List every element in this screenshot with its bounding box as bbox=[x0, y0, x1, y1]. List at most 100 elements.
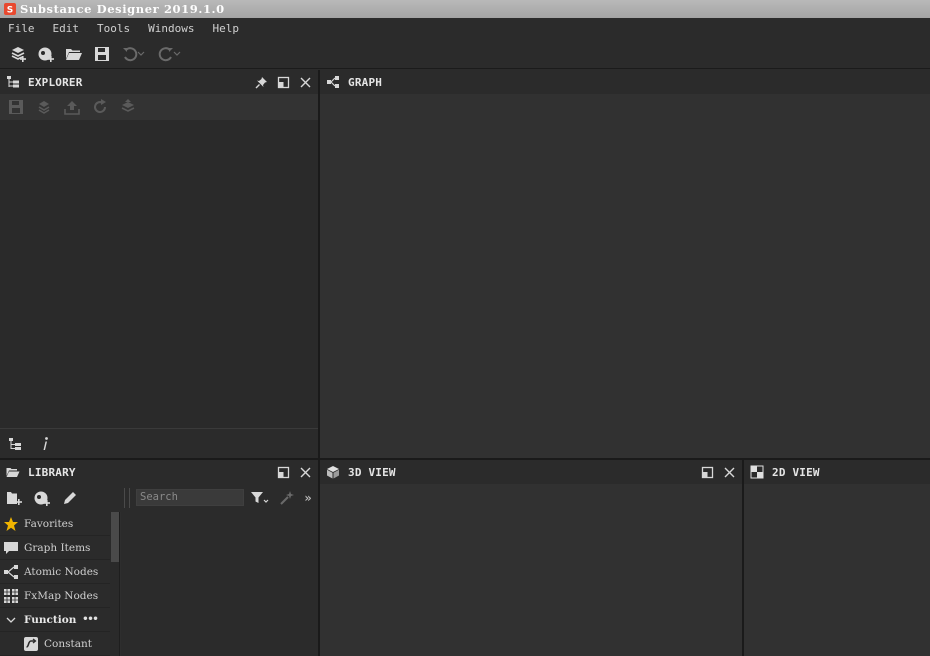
menu-tools[interactable]: Tools bbox=[88, 18, 139, 40]
3d-view-header: 3D VIEW bbox=[320, 460, 742, 484]
pin-icon bbox=[255, 76, 267, 88]
main-toolbar bbox=[0, 40, 930, 69]
more-options-icon[interactable]: » bbox=[300, 488, 316, 508]
chevron-down-icon[interactable] bbox=[2, 611, 20, 629]
graph-title: GRAPH bbox=[348, 75, 383, 89]
explorer-toolbar bbox=[0, 94, 318, 120]
save-icon bbox=[9, 100, 23, 114]
nodes-icon bbox=[2, 563, 20, 581]
category-label: FxMap Nodes bbox=[24, 589, 99, 602]
svg-text:S: S bbox=[7, 6, 13, 16]
explorer-tab-button[interactable] bbox=[0, 430, 30, 458]
close-button[interactable] bbox=[294, 461, 316, 483]
undo-history-dropdown[interactable] bbox=[136, 43, 146, 65]
3d-viewport[interactable] bbox=[320, 484, 742, 656]
upload-icon bbox=[64, 101, 80, 115]
close-button[interactable] bbox=[294, 71, 316, 93]
float-window-icon bbox=[277, 466, 289, 478]
pin-button[interactable] bbox=[250, 71, 272, 93]
category-favorites[interactable]: Favorites bbox=[0, 512, 110, 536]
category-label: Atomic Nodes bbox=[24, 565, 99, 578]
2d-viewport[interactable] bbox=[744, 484, 930, 656]
close-icon bbox=[300, 467, 310, 477]
save-button[interactable] bbox=[88, 43, 116, 65]
category-label: Function bbox=[24, 613, 77, 626]
reload-button[interactable] bbox=[86, 95, 114, 119]
package-dependencies-button[interactable] bbox=[30, 95, 58, 119]
float-button[interactable] bbox=[696, 461, 718, 483]
float-window-icon bbox=[701, 466, 713, 478]
graph-nodes-icon bbox=[326, 75, 340, 89]
3d-view-panel: 3D VIEW bbox=[320, 460, 742, 656]
library-panel: LIBRARY Search » Favorites Graph Items A… bbox=[0, 460, 318, 656]
scrollbar-thumb[interactable] bbox=[111, 512, 119, 562]
filter-button[interactable] bbox=[248, 488, 272, 508]
chevron-down-icon bbox=[137, 51, 145, 56]
filter-icon bbox=[251, 492, 269, 503]
export-package-button[interactable] bbox=[114, 95, 142, 119]
menu-edit[interactable]: Edit bbox=[44, 18, 89, 40]
folder-open-icon bbox=[6, 465, 20, 479]
library-search-input[interactable]: Search bbox=[136, 489, 244, 506]
ellipsis-icon: ••• bbox=[82, 614, 98, 625]
library-categories: Favorites Graph Items Atomic Nodes FxMap… bbox=[0, 512, 110, 656]
open-button[interactable] bbox=[60, 43, 88, 65]
package-export-icon bbox=[121, 99, 135, 112]
info-icon bbox=[43, 436, 48, 450]
menu-help[interactable]: Help bbox=[203, 18, 248, 40]
category-graph-items[interactable]: Graph Items bbox=[0, 536, 110, 560]
float-button[interactable] bbox=[272, 71, 294, 93]
save-package-button[interactable] bbox=[2, 95, 30, 119]
category-label: Constant bbox=[44, 637, 92, 650]
tree-icon bbox=[9, 437, 21, 450]
menu-file[interactable]: File bbox=[0, 18, 44, 40]
magic-wand-icon bbox=[280, 491, 294, 505]
graph-panel: GRAPH bbox=[320, 70, 930, 458]
library-title: LIBRARY bbox=[28, 465, 76, 479]
category-label: Graph Items bbox=[24, 541, 91, 554]
new-graph-button[interactable] bbox=[32, 43, 60, 65]
auto-filter-button[interactable] bbox=[276, 488, 298, 508]
explorer-title: EXPLORER bbox=[28, 75, 83, 89]
edit-library-button[interactable] bbox=[56, 486, 84, 510]
explorer-tree[interactable] bbox=[0, 120, 318, 428]
float-window-icon bbox=[277, 76, 289, 88]
menu-bar: File Edit Tools Windows Help bbox=[0, 18, 930, 40]
library-content[interactable] bbox=[121, 512, 318, 656]
tree-icon bbox=[6, 75, 20, 89]
category-function[interactable]: Function ••• bbox=[0, 608, 110, 632]
category-constant[interactable]: Constant bbox=[0, 632, 110, 656]
new-library-item-button[interactable] bbox=[28, 486, 56, 510]
constant-icon bbox=[22, 635, 40, 653]
2d-view-header: 2D VIEW bbox=[744, 460, 930, 484]
checker-icon bbox=[750, 465, 764, 479]
close-button[interactable] bbox=[718, 461, 740, 483]
new-folder-button[interactable] bbox=[0, 486, 28, 510]
star-icon bbox=[2, 515, 20, 533]
substance-logo-icon: S bbox=[4, 3, 16, 15]
window-title: Substance Designer 2019.1.0 bbox=[20, 2, 225, 16]
explorer-header: EXPLORER bbox=[0, 70, 318, 94]
close-icon bbox=[724, 467, 734, 477]
categories-scrollbar[interactable] bbox=[110, 512, 120, 656]
new-package-button[interactable] bbox=[4, 43, 32, 65]
graph-header: GRAPH bbox=[320, 70, 930, 94]
float-button[interactable] bbox=[272, 461, 294, 483]
title-bar: S Substance Designer 2019.1.0 bbox=[0, 0, 930, 18]
2d-view-title: 2D VIEW bbox=[772, 465, 820, 479]
graph-canvas[interactable] bbox=[320, 94, 930, 458]
redo-history-dropdown[interactable] bbox=[172, 43, 182, 65]
chevron-down-icon bbox=[173, 51, 181, 56]
publish-button[interactable] bbox=[58, 95, 86, 119]
toolbar-grip[interactable] bbox=[124, 488, 130, 508]
menu-windows[interactable]: Windows bbox=[139, 18, 203, 40]
info-tab-button[interactable] bbox=[30, 430, 60, 458]
package-link-icon bbox=[38, 101, 50, 114]
category-fxmap-nodes[interactable]: FxMap Nodes bbox=[0, 584, 110, 608]
close-icon bbox=[300, 77, 310, 87]
new-graph-icon bbox=[38, 47, 54, 62]
category-atomic-nodes[interactable]: Atomic Nodes bbox=[0, 560, 110, 584]
save-icon bbox=[95, 47, 109, 61]
new-graph-icon bbox=[34, 491, 50, 506]
category-label: Favorites bbox=[24, 517, 74, 530]
